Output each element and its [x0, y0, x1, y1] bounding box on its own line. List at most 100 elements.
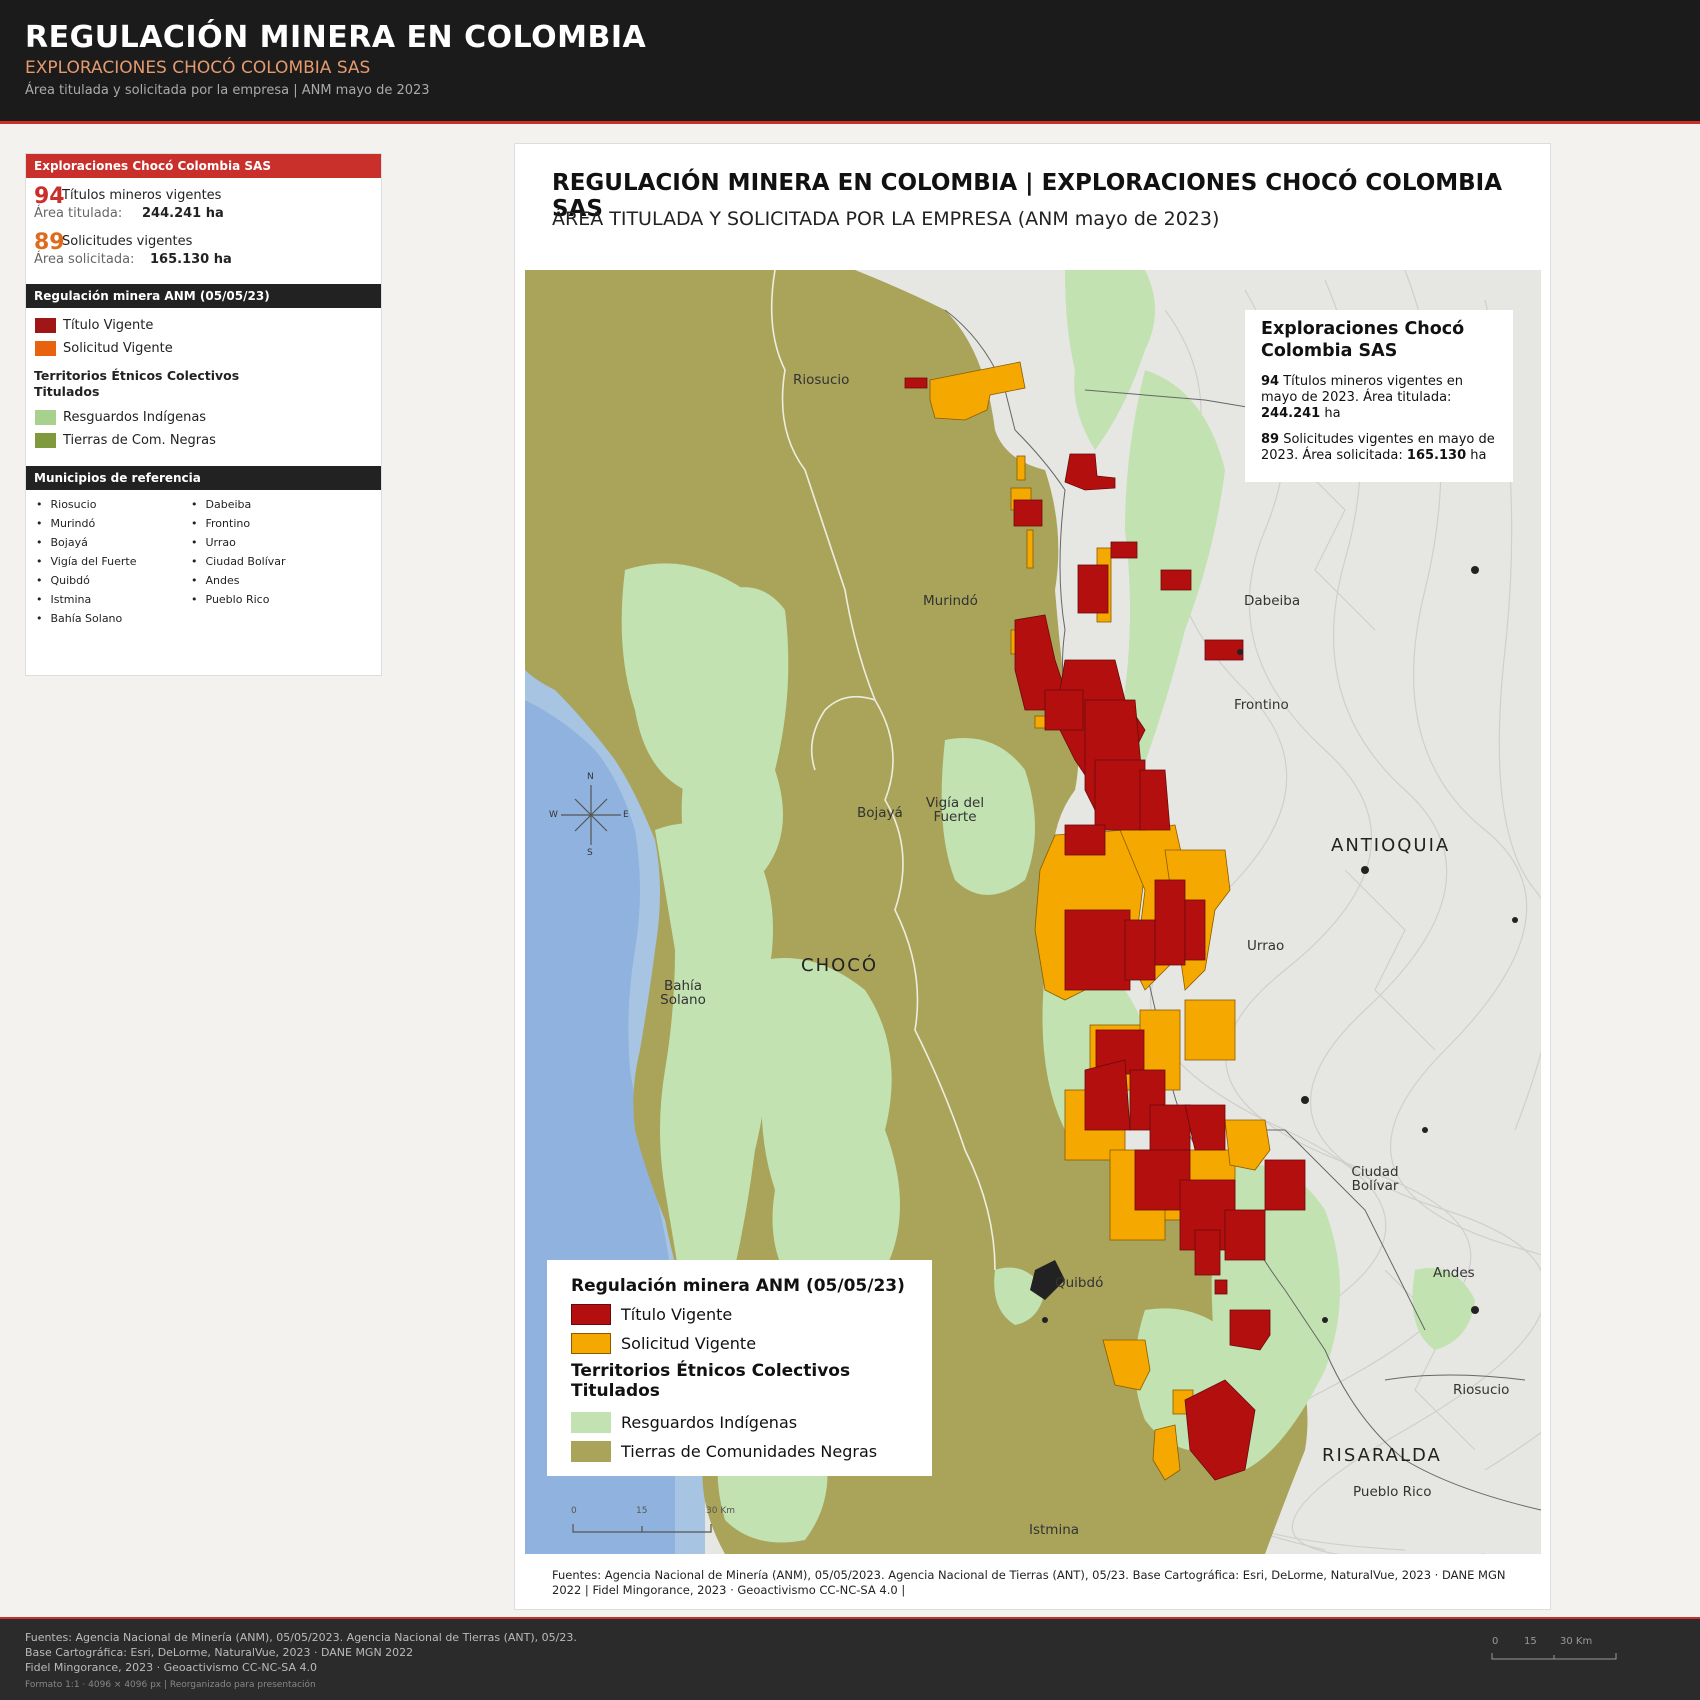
list-item: Pueblo Rico: [191, 590, 346, 609]
titulo-swatch: [571, 1304, 611, 1325]
info-requests-count: 89: [1261, 432, 1280, 447]
list-item: Frontino: [191, 514, 346, 533]
map-canvas[interactable]: Riosucio Murindó Dabeiba Frontino Bojayá…: [525, 270, 1541, 1554]
list-item: Istmina: [36, 590, 191, 609]
compass-e: E: [623, 810, 629, 820]
page-subtitle: EXPLORACIONES CHOCÓ COLOMBIA SAS: [25, 58, 371, 78]
regulation-header: Regulación minera ANM (05/05/23): [26, 284, 381, 308]
list-item: Dabeiba: [191, 495, 346, 514]
footer-scale-0: 0: [1492, 1636, 1499, 1647]
footer-scale-15: 15: [1524, 1636, 1537, 1647]
legend-solicitud: Solicitud Vigente: [26, 337, 381, 360]
place-label: Istmina: [1029, 1522, 1080, 1538]
solicitud-label: Solicitud Vigente: [63, 341, 173, 356]
compass-s: S: [587, 848, 593, 858]
info-titles: 94 Títulos mineros vigentes en mayo de 2…: [1261, 374, 1497, 422]
legend-label: Título Vigente: [621, 1305, 733, 1324]
legend-label: Resguardos Indígenas: [621, 1413, 798, 1432]
list-item: Bahía Solano: [36, 609, 191, 628]
legend-item-tierras: Tierras de Comunidades Negras: [571, 1437, 908, 1466]
municipios-header: Municipios de referencia: [26, 466, 381, 490]
info-titles-unit: ha: [1320, 406, 1341, 421]
compass-w: W: [549, 810, 558, 820]
footer-line-2: Base Cartográfica: Esri, DeLorme, Natura…: [25, 1646, 414, 1659]
map-sources: Fuentes: Agencia Nacional de Minería (AN…: [552, 1568, 1506, 1597]
tierras-swatch: [35, 433, 56, 448]
tierras-swatch: [571, 1441, 611, 1462]
info-titles-area: 244.241: [1261, 406, 1321, 421]
legend-item-resguardos: Resguardos Indígenas: [571, 1408, 908, 1437]
list-item: Bojayá: [36, 533, 191, 552]
list-item: Ciudad Bolívar: [191, 552, 346, 571]
place-label: Riosucio: [793, 372, 850, 388]
legend-title-ethnic: Territorios Étnicos Colectivos Titulados: [571, 1361, 851, 1401]
footer-line-4: Formato 1:1 · 4096 × 4096 px | Reorganiz…: [25, 1680, 316, 1690]
resguardos-swatch: [35, 410, 56, 425]
department-label: ANTIOQUIA: [1331, 835, 1451, 856]
titles-label: Títulos mineros vigentes: [62, 188, 222, 203]
department-label: CHOCÓ: [801, 955, 879, 976]
titulo-swatch: [35, 318, 56, 333]
map-subtitle: ÁREA TITULADA Y SOLICITADA POR LA EMPRES…: [552, 208, 1220, 230]
resguardos-swatch: [571, 1412, 611, 1433]
compass-n: N: [587, 772, 594, 782]
department-label: RISARALDA: [1322, 1445, 1442, 1466]
info-titles-count: 94: [1261, 374, 1280, 389]
place-label: Dabeiba: [1244, 593, 1301, 609]
place-label: Andes: [1433, 1265, 1475, 1281]
legend-titulo: Título Vigente: [26, 314, 381, 337]
requests-label: Solicitudes vigentes: [62, 234, 193, 249]
scale-tick-15: 15: [636, 1506, 648, 1516]
legend-item-titulo: Título Vigente: [571, 1300, 908, 1329]
company-header: Exploraciones Chocó Colombia SAS: [26, 154, 381, 178]
requested-area-value: 165.130 ha: [150, 252, 232, 267]
solicitud-swatch: [35, 341, 56, 356]
scale-tick-30: 30 Km: [706, 1506, 735, 1516]
info-requests-unit: ha: [1466, 448, 1487, 463]
legend-label: Tierras de Comunidades Negras: [621, 1442, 878, 1461]
titulo-label: Título Vigente: [63, 318, 154, 333]
list-item: Urrao: [191, 533, 346, 552]
place-label: Riosucio: [1453, 1382, 1510, 1398]
titled-area-value: 244.241 ha: [142, 206, 224, 221]
map-legend: Regulación minera ANM (05/05/23) Título …: [547, 1260, 932, 1476]
info-box: Exploraciones Chocó Colombia SAS 94 Títu…: [1245, 310, 1513, 482]
titles-stat: 94 Títulos mineros vigentes Área titulad…: [26, 178, 381, 224]
info-title: Exploraciones Chocó Colombia SAS: [1261, 319, 1465, 361]
page-header: REGULACIÓN MINERA EN COLOMBIA EXPLORACIO…: [0, 0, 1700, 124]
footer-line-1: Fuentes: Agencia Nacional de Minería (AN…: [25, 1631, 577, 1644]
place-label: Quibdó: [1055, 1275, 1104, 1291]
page-title: REGULACIÓN MINERA EN COLOMBIA: [25, 20, 647, 55]
tierras-label: Tierras de Com. Negras: [63, 433, 216, 448]
page-meta: Área titulada y solicitada por la empres…: [25, 83, 430, 98]
list-item: Vigía del Fuerte: [36, 552, 191, 571]
list-item: Quibdó: [36, 571, 191, 590]
legend-label: Solicitud Vigente: [621, 1334, 757, 1353]
legend-tierras: Tierras de Com. Negras: [26, 429, 381, 452]
info-requests-area: 165.130: [1406, 448, 1467, 463]
footer-scale-30: 30 Km: [1560, 1636, 1593, 1647]
solicitud-swatch: [571, 1333, 611, 1354]
place-label: Pueblo Rico: [1353, 1484, 1432, 1500]
list-item: Murindó: [36, 514, 191, 533]
page-footer: Fuentes: Agencia Nacional de Minería (AN…: [0, 1617, 1700, 1700]
list-item: Andes: [191, 571, 346, 590]
sidebar-panel: Exploraciones Chocó Colombia SAS 94 Títu…: [25, 153, 382, 676]
ethnic-header: Territorios Étnicos Colectivos Titulados: [34, 368, 240, 399]
scale-tick-0: 0: [571, 1506, 577, 1516]
place-label: Frontino: [1234, 697, 1289, 713]
place-label: Urrao: [1247, 938, 1285, 954]
info-requests: 89 Solicitudes vigentes en mayo de 2023.…: [1261, 432, 1497, 464]
municipios-list: Riosucio Murindó Bojayá Vigía del Fuerte…: [26, 490, 381, 628]
footer-line-3: Fidel Mingorance, 2023 · Geoactivismo CC…: [25, 1661, 317, 1674]
place-label: Bahía Solano: [660, 978, 706, 1008]
map-card: REGULACIÓN MINERA EN COLOMBIA | EXPLORAC…: [514, 143, 1551, 1610]
info-titles-text: Títulos mineros vigentes en mayo de 2023…: [1261, 374, 1464, 405]
requested-area-label: Área solicitada:: [34, 252, 135, 267]
legend-title: Regulación minera ANM (05/05/23): [571, 1276, 905, 1296]
resguardos-label: Resguardos Indígenas: [63, 410, 207, 425]
footer-scale-bar: [1491, 1653, 1617, 1660]
place-label: Murindó: [923, 593, 978, 609]
legend-item-solicitud: Solicitud Vigente: [571, 1329, 908, 1358]
municipios-col2: Dabeiba Frontino Urrao Ciudad Bolívar An…: [191, 495, 346, 628]
